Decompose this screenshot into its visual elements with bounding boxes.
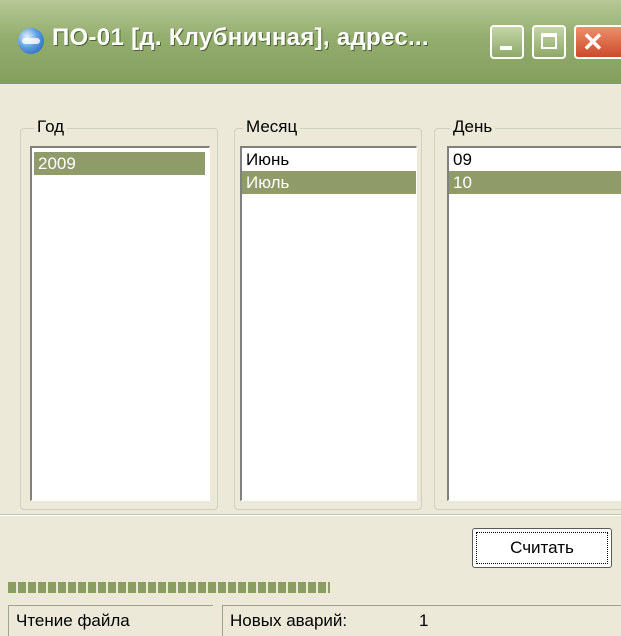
close-button[interactable]: ✕ bbox=[574, 25, 621, 59]
minimize-button[interactable] bbox=[490, 25, 524, 59]
divider bbox=[0, 514, 621, 516]
year-listbox[interactable]: 2009 bbox=[30, 146, 210, 501]
month-list-item[interactable]: Июнь bbox=[242, 148, 416, 171]
title-bar[interactable]: ПО-01 [д. Клубничная], адрес... ✕ bbox=[0, 0, 621, 84]
globe-app-icon[interactable] bbox=[18, 28, 44, 54]
month-listbox[interactable]: Июнь Июль bbox=[240, 146, 417, 501]
month-list-item[interactable]: Июль bbox=[242, 171, 416, 194]
day-listbox[interactable]: 09 10 bbox=[447, 146, 621, 501]
close-icon: ✕ bbox=[582, 27, 604, 57]
new-accidents-count: 1 bbox=[419, 611, 429, 630]
window-title: ПО-01 [д. Клубничная], адрес... bbox=[52, 24, 429, 51]
maximize-button[interactable] bbox=[532, 25, 566, 59]
day-list-item[interactable]: 09 bbox=[449, 148, 621, 171]
day-group-label: День bbox=[450, 117, 496, 137]
main-window: ПО-01 [д. Клубничная], адрес... ✕ Год 20… bbox=[0, 0, 621, 636]
maximize-icon bbox=[541, 33, 557, 49]
new-accidents-label: Новых аварий: bbox=[230, 611, 348, 630]
status-bar: Чтение файла Новых аварий: 1 bbox=[0, 601, 621, 636]
read-button[interactable]: Считать bbox=[472, 528, 612, 568]
day-list-item[interactable]: 10 bbox=[449, 171, 621, 194]
year-group-label: Год bbox=[34, 117, 68, 137]
status-new-accidents: Новых аварий: 1 bbox=[222, 605, 621, 636]
progress-bar bbox=[8, 582, 330, 593]
status-file-reading: Чтение файла bbox=[8, 605, 213, 636]
minimize-icon bbox=[500, 46, 512, 50]
year-list-item[interactable]: 2009 bbox=[34, 152, 205, 175]
read-button-label: Считать bbox=[510, 538, 574, 557]
month-group-label: Месяц bbox=[243, 117, 301, 137]
